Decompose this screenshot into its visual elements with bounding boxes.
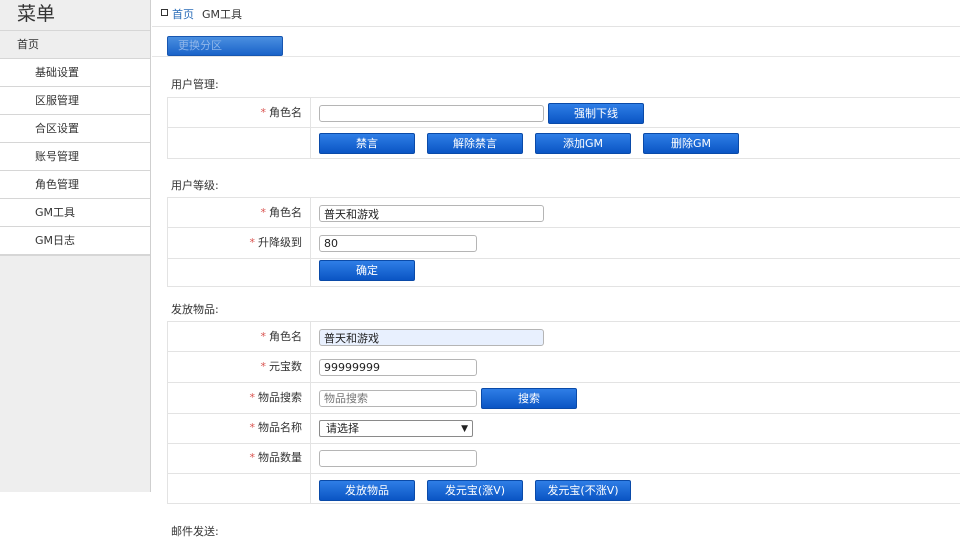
confirm-button[interactable]: 确定 xyxy=(319,260,415,281)
send-role-name-input[interactable] xyxy=(319,329,544,346)
level-input[interactable] xyxy=(319,235,477,252)
form-label: * 角色名 xyxy=(168,98,311,127)
remove-gm-button[interactable]: 删除GM xyxy=(643,133,739,154)
section-title-send-items: 发放物品: xyxy=(171,303,219,316)
sidebar-item-server-management[interactable]: 区服管理 xyxy=(0,87,150,115)
role-label: 角色名 xyxy=(269,330,302,343)
sidebar-item-home[interactable]: 首页 xyxy=(0,31,150,59)
form-label xyxy=(168,474,311,503)
form-row-role: * 角色名 xyxy=(167,321,960,352)
form-label: * 物品搜索 xyxy=(168,383,311,413)
sidebar-title: 菜单 xyxy=(0,0,150,31)
role-name-input[interactable] xyxy=(319,105,544,122)
required-mark: * xyxy=(260,360,267,373)
sidebar-item-account-management[interactable]: 账号管理 xyxy=(0,143,150,171)
form-label xyxy=(168,259,311,286)
switch-zone-button[interactable]: 更换分区 xyxy=(167,36,283,56)
search-button[interactable]: 搜索 xyxy=(481,388,577,409)
sidebar-filler xyxy=(0,255,150,492)
section-title-user-management: 用户管理: xyxy=(171,78,219,91)
form-row-role: * 角色名 xyxy=(167,197,960,228)
form-label: * 物品数量 xyxy=(168,444,311,473)
form-label: * 角色名 xyxy=(168,198,311,227)
unmute-button[interactable]: 解除禁言 xyxy=(427,133,523,154)
add-gm-button[interactable]: 添加GM xyxy=(535,133,631,154)
required-mark: * xyxy=(249,236,256,249)
required-mark: * xyxy=(260,106,267,119)
square-icon xyxy=(161,9,168,16)
breadcrumb-home-link[interactable]: 首页 xyxy=(172,6,194,22)
required-mark: * xyxy=(249,421,256,434)
sidebar-item-gm-log[interactable]: GM日志 xyxy=(0,227,150,255)
form-row-confirm xyxy=(167,259,960,287)
sidebar-item-merge-settings[interactable]: 合区设置 xyxy=(0,115,150,143)
required-mark: * xyxy=(249,451,256,464)
item-search-label: 物品搜索 xyxy=(258,391,302,404)
item-name-selected: 请选择 xyxy=(326,422,359,435)
sidebar-item-gm-tools[interactable]: GM工具 xyxy=(0,199,150,227)
item-name-label: 物品名称 xyxy=(258,421,302,434)
send-yuanbao-vip-button[interactable]: 发元宝(涨V) xyxy=(427,480,523,501)
sidebar: 菜单 首页 基础设置 区服管理 合区设置 账号管理 角色管理 GM工具 GM日志 xyxy=(0,0,151,492)
item-qty-label: 物品数量 xyxy=(258,451,302,464)
form-row-item-qty: * 物品数量 xyxy=(167,444,960,474)
mute-button[interactable]: 禁言 xyxy=(319,133,415,154)
force-logout-button[interactable]: 强制下线 xyxy=(548,103,644,124)
section-title-mail: 邮件发送: xyxy=(171,525,219,538)
breadcrumb: 首页 GM工具 xyxy=(152,0,960,27)
yuanbao-input[interactable] xyxy=(319,359,477,376)
level-role-name-input[interactable] xyxy=(319,205,544,222)
sidebar-item-role-management[interactable]: 角色管理 xyxy=(0,171,150,199)
role-label: 角色名 xyxy=(269,106,302,119)
form-label: * 物品名称 xyxy=(168,413,311,443)
yuanbao-label: 元宝数 xyxy=(269,360,302,373)
send-items-button[interactable]: 发放物品 xyxy=(319,480,415,501)
level-label: 升降级到 xyxy=(258,236,302,249)
required-mark: * xyxy=(249,391,256,404)
sidebar-item-basic-settings[interactable]: 基础设置 xyxy=(0,59,150,87)
section-title-user-level: 用户等级: xyxy=(171,179,219,192)
form-label: * 升降级到 xyxy=(168,228,311,258)
form-label: * 元宝数 xyxy=(168,352,311,382)
role-label: 角色名 xyxy=(269,206,302,219)
send-yuanbao-novip-button[interactable]: 发元宝(不涨V) xyxy=(535,480,631,501)
divider xyxy=(152,56,960,57)
form-row-level: * 升降级到 xyxy=(167,228,960,259)
form-label xyxy=(168,128,311,158)
form-row-yuanbao: * 元宝数 xyxy=(167,352,960,383)
form-label: * 角色名 xyxy=(168,322,311,351)
required-mark: * xyxy=(260,330,267,343)
form-row-item-name: * 物品名称 xyxy=(167,413,960,444)
chevron-down-icon: ▼ xyxy=(461,424,468,434)
item-name-select[interactable]: 请选择 ▼ xyxy=(319,420,473,437)
item-qty-input[interactable] xyxy=(319,450,477,467)
item-search-input[interactable] xyxy=(319,390,477,407)
required-mark: * xyxy=(260,206,267,219)
breadcrumb-current: GM工具 xyxy=(202,8,243,21)
